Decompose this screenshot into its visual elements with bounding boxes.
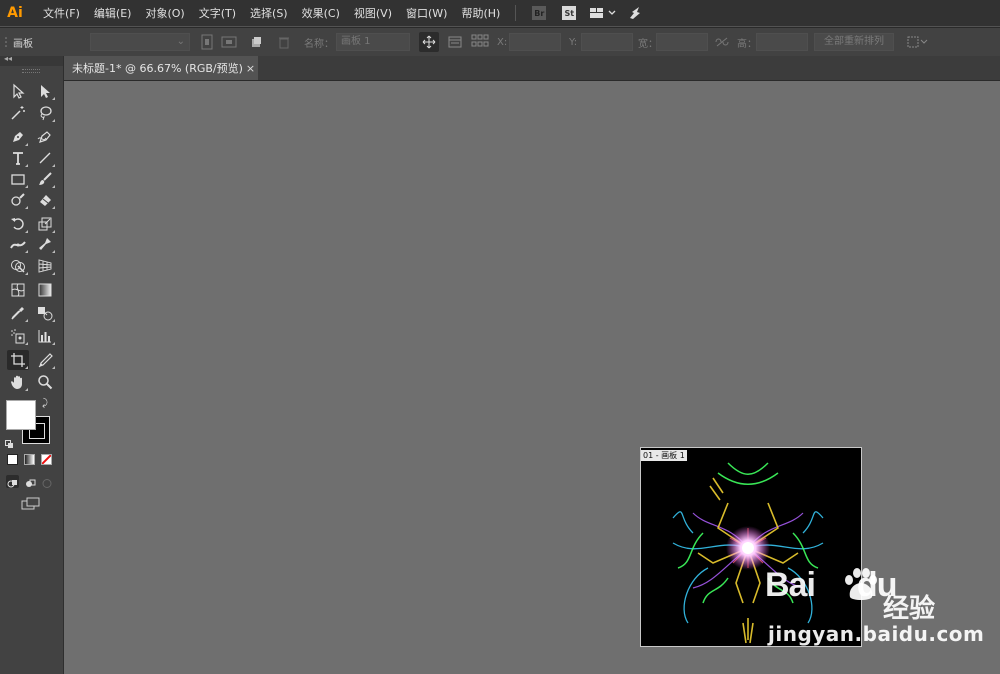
menu-help[interactable]: 帮助(H) bbox=[454, 5, 507, 21]
watermark-cn-label: 经验 bbox=[883, 594, 936, 624]
eyedropper-tool-icon[interactable] bbox=[7, 303, 29, 323]
draw-inside-icon[interactable] bbox=[41, 475, 54, 488]
y-label: Y: bbox=[569, 36, 578, 48]
column-graph-tool-icon[interactable] bbox=[34, 326, 56, 346]
control-grip bbox=[4, 32, 8, 52]
lasso-tool-icon[interactable] bbox=[34, 103, 56, 123]
baidu-paw-icon bbox=[845, 568, 877, 600]
width-field[interactable] bbox=[656, 32, 708, 52]
portrait-icon[interactable] bbox=[200, 32, 214, 52]
name-label: 名称： bbox=[304, 38, 334, 50]
name-field[interactable]: 画板 1 bbox=[336, 32, 410, 52]
menu-view[interactable]: 视图(V) bbox=[347, 5, 399, 21]
rotate-tool-icon[interactable] bbox=[7, 214, 29, 234]
menu-effect[interactable]: 效果(C) bbox=[295, 5, 347, 21]
symbol-sprayer-tool-icon[interactable] bbox=[7, 326, 29, 346]
tools-panel: ◂◂ ⤸ bbox=[0, 54, 64, 674]
artboard-tool-icon[interactable] bbox=[7, 350, 29, 370]
menu-select[interactable]: 选择(S) bbox=[243, 5, 295, 21]
gradient-mode-icon[interactable] bbox=[24, 454, 35, 465]
paintbrush-tool-icon[interactable] bbox=[34, 169, 56, 189]
hand-tool-icon[interactable] bbox=[7, 372, 29, 392]
height-label: 高： bbox=[737, 38, 757, 50]
menu-divider bbox=[515, 5, 517, 21]
height-field[interactable] bbox=[756, 32, 808, 52]
x-field[interactable] bbox=[509, 32, 561, 52]
new-artboard-icon[interactable] bbox=[250, 32, 262, 52]
stock-button[interactable]: St bbox=[562, 6, 577, 20]
mesh-tool-icon[interactable] bbox=[7, 280, 29, 300]
artboard-label: 01 - 画板 1 bbox=[641, 450, 687, 461]
close-tab-icon[interactable]: × bbox=[243, 62, 258, 75]
document-tab-title: 未标题-1* @ 66.67% (RGB/预览) bbox=[72, 62, 243, 75]
width-tool-icon[interactable] bbox=[7, 234, 29, 254]
menu-file[interactable]: 文件(F) bbox=[36, 5, 87, 21]
puppet-warp-tool-icon[interactable] bbox=[34, 234, 56, 254]
select-similar-icon[interactable] bbox=[906, 32, 930, 52]
gradient-tool-icon[interactable] bbox=[34, 280, 56, 300]
swap-fill-stroke-icon[interactable]: ⤸ bbox=[42, 398, 48, 409]
rectangle-tool-icon[interactable] bbox=[7, 169, 29, 189]
menu-edit[interactable]: 编辑(E) bbox=[87, 5, 139, 21]
constrain-proportions-icon[interactable] bbox=[714, 32, 730, 52]
baidu-jingyan-watermark: Bai du 经验 jingyan.baidu.com bbox=[765, 566, 995, 658]
perspective-grid-tool-icon[interactable] bbox=[34, 256, 56, 276]
artboard-grid-icon[interactable] bbox=[471, 32, 489, 52]
document-tab[interactable]: 未标题-1* @ 66.67% (RGB/预览) × bbox=[64, 56, 258, 80]
landscape-icon[interactable] bbox=[221, 32, 237, 52]
menu-object[interactable]: 对象(O) bbox=[138, 5, 191, 21]
fill-swatch[interactable] bbox=[6, 400, 36, 430]
eraser-tool-icon[interactable] bbox=[34, 190, 56, 210]
document-tab-bar: 未标题-1* @ 66.67% (RGB/预览) × bbox=[64, 56, 1000, 81]
magic-wand-tool-icon[interactable] bbox=[7, 103, 29, 123]
curvature-tool-icon[interactable] bbox=[34, 127, 56, 147]
menu-type[interactable]: 文字(T) bbox=[192, 5, 243, 21]
draw-normal-icon[interactable] bbox=[6, 475, 19, 488]
slice-tool-icon[interactable] bbox=[34, 350, 56, 370]
delete-artboard-icon[interactable] bbox=[278, 32, 290, 52]
control-bar: 画板 ⌄ 名称： 画板 1 X: Y: 宽： 高： 全部重新排列 bbox=[0, 27, 1000, 57]
shaper-tool-icon[interactable] bbox=[7, 190, 29, 210]
workspace-switcher-icon[interactable] bbox=[590, 7, 616, 19]
panel-collapse-bar[interactable]: ◂◂ bbox=[0, 54, 63, 66]
color-mode-icon[interactable] bbox=[7, 454, 18, 465]
default-fill-stroke-icon[interactable] bbox=[5, 434, 14, 453]
gpu-performance-icon[interactable] bbox=[628, 6, 644, 20]
scale-tool-icon[interactable] bbox=[34, 214, 56, 234]
shape-builder-tool-icon[interactable] bbox=[7, 256, 29, 276]
app-logo: Ai bbox=[7, 5, 23, 21]
move-with-artboard-icon[interactable] bbox=[419, 32, 439, 52]
rearrange-all-button[interactable]: 全部重新排列 bbox=[814, 32, 894, 52]
width-label: 宽： bbox=[638, 38, 658, 50]
direct-selection-tool-icon[interactable] bbox=[34, 81, 56, 101]
menu-window[interactable]: 窗口(W) bbox=[399, 5, 454, 21]
panel-label: 画板 bbox=[13, 38, 33, 50]
panel-grip[interactable] bbox=[22, 69, 40, 73]
none-mode-icon[interactable] bbox=[41, 454, 52, 465]
type-tool-icon[interactable] bbox=[7, 148, 29, 168]
selection-tool-icon[interactable] bbox=[7, 81, 29, 101]
menu-bar: Ai 文件(F) 编辑(E) 对象(O) 文字(T) 选择(S) 效果(C) 视… bbox=[0, 0, 1000, 26]
y-field[interactable] bbox=[581, 32, 633, 52]
draw-behind-icon[interactable] bbox=[24, 475, 37, 488]
line-segment-tool-icon[interactable] bbox=[34, 148, 56, 168]
x-label: X: bbox=[497, 36, 508, 48]
artboard-options-icon[interactable] bbox=[448, 32, 462, 52]
pen-tool-icon[interactable] bbox=[7, 127, 29, 147]
bridge-button[interactable]: Br bbox=[532, 6, 547, 20]
blend-tool-icon[interactable] bbox=[34, 303, 56, 323]
screen-mode-icon[interactable] bbox=[21, 496, 41, 515]
watermark-url: jingyan.baidu.com bbox=[768, 622, 985, 646]
collapse-arrows-icon[interactable]: ◂◂ bbox=[4, 54, 12, 63]
zoom-tool-icon[interactable] bbox=[34, 372, 56, 392]
preset-dropdown[interactable]: ⌄ bbox=[90, 32, 190, 52]
